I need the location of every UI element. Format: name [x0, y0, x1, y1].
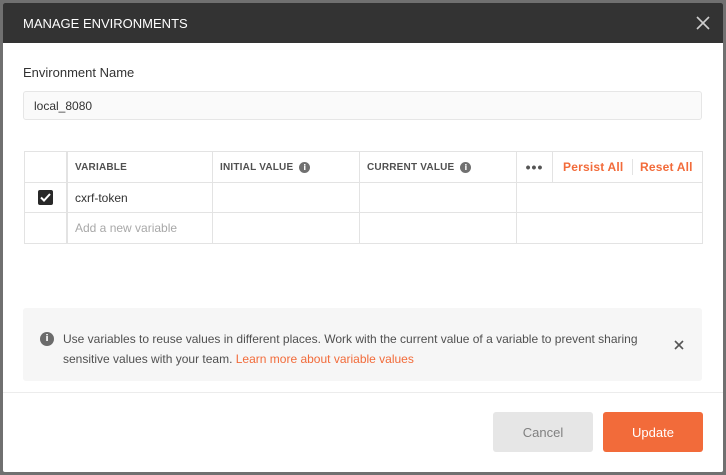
- environment-name-input[interactable]: [23, 91, 702, 120]
- check-icon: [40, 193, 51, 202]
- table-row: cxrf-token: [25, 183, 702, 213]
- current-value-cell[interactable]: [360, 183, 517, 212]
- info-icon[interactable]: i: [299, 161, 311, 173]
- info-icon[interactable]: i: [460, 161, 472, 173]
- table-row-new: Add a new variable: [25, 213, 702, 243]
- header-check-cell: [25, 152, 67, 182]
- manage-environments-modal: MANAGE ENVIRONMENTS Environment Name VAR…: [3, 3, 723, 472]
- reset-all-link[interactable]: Reset All: [640, 160, 693, 174]
- environment-name-label: Environment Name: [23, 65, 135, 80]
- row-actions-cell: [517, 183, 703, 212]
- cancel-button[interactable]: Cancel: [493, 412, 593, 452]
- footer-divider: [3, 392, 723, 393]
- new-initial-value-cell[interactable]: [213, 213, 360, 243]
- table-header-row: VARIABLE INITIAL VALUE i CURRENT VALUE i…: [25, 152, 702, 183]
- variable-enabled-checkbox[interactable]: [38, 190, 53, 205]
- header-actions: ••• Persist All Reset All: [517, 152, 703, 182]
- header-initial-value-label: INITIAL VALUE: [220, 161, 294, 173]
- modal-header: MANAGE ENVIRONMENTS: [3, 3, 723, 43]
- row-check-cell: [25, 183, 67, 212]
- variables-table: VARIABLE INITIAL VALUE i CURRENT VALUE i…: [24, 151, 703, 244]
- close-icon[interactable]: [693, 13, 713, 33]
- more-options-icon[interactable]: •••: [517, 152, 553, 182]
- dismiss-banner-icon[interactable]: [673, 338, 685, 350]
- learn-more-link[interactable]: Learn more about variable values: [236, 352, 414, 366]
- header-current-value-label: CURRENT VALUE: [367, 161, 455, 173]
- row-check-cell: [25, 213, 67, 243]
- add-variable-cell[interactable]: Add a new variable: [67, 213, 213, 243]
- actions-divider: [632, 159, 633, 175]
- info-banner: i Use variables to reuse values in diffe…: [23, 308, 702, 381]
- header-initial-value: INITIAL VALUE i: [213, 152, 360, 182]
- header-current-value: CURRENT VALUE i: [360, 152, 517, 182]
- header-variable-label: VARIABLE: [75, 161, 127, 173]
- header-variable: VARIABLE: [67, 152, 213, 182]
- persist-all-link[interactable]: Persist All: [563, 160, 623, 174]
- initial-value-cell[interactable]: [213, 183, 360, 212]
- new-current-value-cell[interactable]: [360, 213, 517, 243]
- variable-key: cxrf-token: [75, 190, 128, 205]
- info-icon: i: [40, 332, 54, 346]
- update-button[interactable]: Update: [603, 412, 703, 452]
- info-banner-text: Use variables to reuse values in differe…: [63, 329, 653, 369]
- variable-key-cell[interactable]: cxrf-token: [67, 183, 213, 212]
- modal-title: MANAGE ENVIRONMENTS: [23, 16, 188, 31]
- add-variable-placeholder: Add a new variable: [75, 221, 178, 235]
- row-actions-cell: [517, 213, 703, 243]
